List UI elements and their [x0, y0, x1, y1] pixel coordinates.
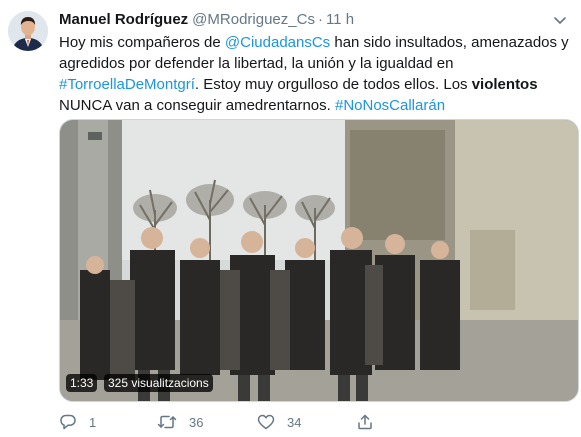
share-icon [358, 414, 372, 430]
like-button[interactable]: 34 [257, 412, 301, 432]
tweet-actions: 1 36 34 [59, 412, 499, 432]
text-part: Hoy mis compañeros de [59, 34, 225, 51]
more-options-button[interactable] [551, 11, 569, 29]
reply-button[interactable]: 1 [59, 412, 96, 432]
mention-link[interactable]: @CiudadansCs [225, 34, 330, 51]
separator: · [317, 11, 323, 28]
author-handle[interactable]: @MRodriguez_Cs [192, 11, 315, 28]
like-count: 34 [287, 414, 302, 430]
like-icon [257, 414, 275, 430]
text-part: NUNCA van a conseguir amedrentarnos. [59, 97, 335, 114]
timestamp[interactable]: 11 h [326, 11, 354, 28]
tweet[interactable]: Manuel Rodríguez @MRodriguez_Cs · 11 h Hoy … [0, 0, 581, 437]
text-part: . Estoy muy orgulloso de todos ellos. Lo… [194, 76, 472, 93]
tweet-text: Hoy mis compañeros de @CiudadansCs han s… [59, 32, 569, 116]
retweet-count: 36 [189, 414, 204, 430]
avatar[interactable] [8, 11, 48, 51]
hashtag-link[interactable]: #TorroellaDeMontgrí [59, 76, 195, 93]
retweet-icon [157, 415, 177, 429]
author-name[interactable]: Manuel Rodríguez [59, 11, 188, 28]
chevron-down-icon [554, 17, 566, 24]
video-player[interactable] [59, 119, 579, 402]
video-view-count: 325 visualitzacions [104, 374, 213, 392]
video-frame [60, 120, 578, 401]
hashtag-link[interactable]: #NoNosCallarán [335, 97, 445, 114]
video-duration: 1:33 [66, 374, 98, 392]
retweet-button[interactable]: 36 [157, 412, 203, 432]
reply-icon [60, 414, 76, 430]
reply-count: 1 [89, 414, 97, 430]
bold-word: violentos [471, 76, 538, 93]
share-button[interactable] [356, 412, 386, 432]
tweet-header: Manuel Rodríguez @MRodriguez_Cs · 11 h [59, 10, 354, 30]
